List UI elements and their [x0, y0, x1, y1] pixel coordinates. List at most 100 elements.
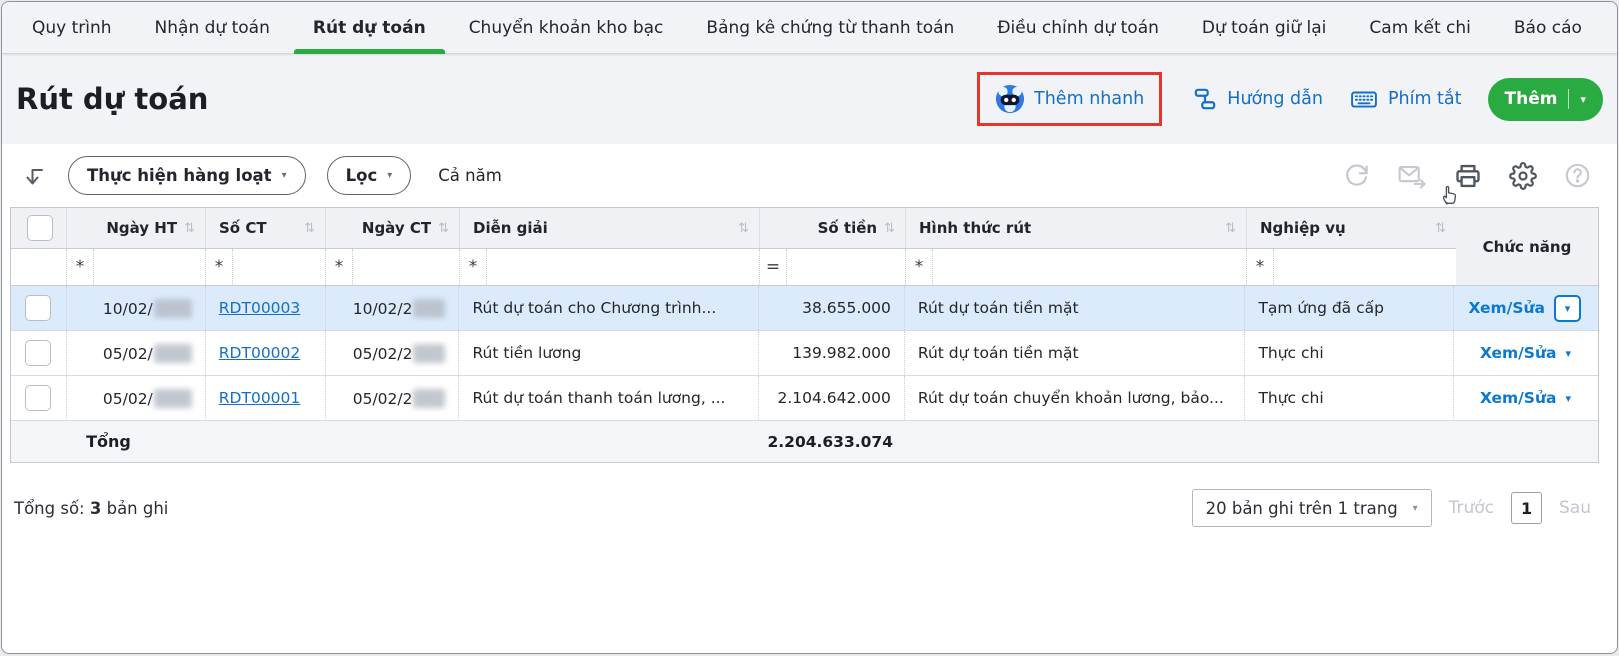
column-header-nghiep-vu[interactable]: Nghiệp vụ ⇅	[1247, 208, 1456, 248]
add-dropdown-caret-icon[interactable]: ▾	[1580, 94, 1586, 105]
column-header-so-ct[interactable]: Số CT ⇅	[206, 208, 326, 248]
masked-year	[413, 299, 445, 318]
view-edit-button[interactable]: Xem/Sửa	[1480, 389, 1557, 407]
column-header-dien-giai[interactable]: Diễn giải ⇅	[460, 208, 760, 248]
refresh-icon[interactable]	[1343, 162, 1370, 189]
record-count: 3	[90, 499, 101, 518]
records-table: Ngày HT ⇅ Số CT ⇅ Ngày CT ⇅ Diễn giải ⇅	[10, 207, 1599, 463]
tab-chuyen-khoan-kho-bac[interactable]: Chuyển khoản kho bạc	[469, 2, 664, 54]
shortcut-button[interactable]: Phím tắt	[1349, 86, 1462, 112]
tab-quy-trinh[interactable]: Quy trình	[32, 2, 112, 54]
table-row[interactable]: 05/02/ RDT00002 05/02/2 Rút tiền lương 1…	[11, 331, 1598, 376]
filter-row: * * * * = * *	[11, 249, 1456, 286]
send-mail-icon[interactable]	[1397, 162, 1427, 189]
batch-caret-icon: ▾	[282, 170, 287, 181]
masked-year	[154, 344, 192, 363]
document-link[interactable]: RDT00003	[219, 299, 300, 317]
column-header-chuc-nang: Chức năng	[1456, 208, 1598, 286]
cell-so-tien: 139.982.000	[759, 331, 905, 375]
filter-so-tien[interactable]: =	[760, 249, 906, 285]
row-action-dropdown-icon[interactable]: ▾	[1565, 392, 1571, 405]
filter-hinh-thuc-rut[interactable]: *	[906, 249, 1247, 285]
quick-add-button[interactable]: Thêm nhanh	[995, 84, 1144, 114]
row-checkbox[interactable]	[25, 340, 51, 366]
column-header-ngay-ht[interactable]: Ngày HT ⇅	[67, 208, 206, 248]
quick-add-highlight-box: Thêm nhanh	[977, 72, 1162, 126]
filter-operator[interactable]: =	[760, 249, 787, 285]
document-link[interactable]: RDT00001	[219, 389, 300, 407]
prev-page-button[interactable]: Trước	[1449, 498, 1494, 518]
table-footer: Tổng số: 3 bản ghi 20 bản ghi trên 1 tra…	[14, 489, 1591, 527]
cell-dien-giai: Rút dự toán thanh toán lương, ...	[459, 376, 759, 420]
filter-so-ct[interactable]: *	[206, 249, 326, 285]
sort-icon[interactable]: ⇅	[304, 221, 315, 236]
row-action-dropdown-icon[interactable]: ▾	[1554, 295, 1581, 322]
filter-operator[interactable]: *	[460, 249, 487, 285]
table-header: Ngày HT ⇅ Số CT ⇅ Ngày CT ⇅ Diễn giải ⇅	[11, 208, 1598, 286]
filter-operator[interactable]: *	[326, 249, 353, 285]
view-edit-button[interactable]: Xem/Sửa	[1480, 344, 1557, 362]
column-label: Số CT	[219, 219, 267, 237]
sort-icon[interactable]: ⇅	[738, 221, 749, 236]
row-checkbox[interactable]	[25, 295, 51, 321]
page-size-select[interactable]: 20 bản ghi trên 1 trang ▾	[1192, 489, 1432, 527]
tab-nhan-du-toan[interactable]: Nhận dự toán	[155, 2, 270, 54]
print-icon[interactable]	[1454, 162, 1482, 190]
column-header-hinh-thuc-rut[interactable]: Hình thức rút ⇅	[906, 208, 1247, 248]
jump-to-row-icon[interactable]	[20, 163, 46, 189]
cell-ngay-ht: 05/02/	[67, 331, 206, 375]
tab-dieu-chinh-du-toan[interactable]: Điều chỉnh dự toán	[997, 2, 1159, 54]
view-edit-button[interactable]: Xem/Sửa	[1468, 299, 1545, 317]
filter-operator[interactable]: *	[1247, 249, 1274, 285]
ava-assistant-icon	[995, 84, 1025, 114]
shortcut-label: Phím tắt	[1388, 89, 1462, 109]
next-page-button[interactable]: Sau	[1559, 498, 1591, 518]
column-label: Ngày CT	[362, 219, 431, 237]
sort-icon[interactable]: ⇅	[438, 221, 449, 236]
cell-nghiep-vu: Tạm ứng đã cấp	[1245, 286, 1454, 330]
tab-du-toan-giu-lai[interactable]: Dự toán giữ lại	[1202, 2, 1327, 54]
row-action-dropdown-icon[interactable]: ▾	[1565, 347, 1571, 360]
batch-actions-dropdown[interactable]: Thực hiện hàng loạt ▾	[68, 156, 306, 195]
tab-bao-cao[interactable]: Báo cáo	[1514, 2, 1582, 54]
sort-icon[interactable]: ⇅	[1435, 221, 1446, 236]
current-page-input[interactable]: 1	[1511, 492, 1542, 524]
guide-button[interactable]: Hướng dẫn	[1192, 86, 1323, 112]
filter-ngay-ht[interactable]: *	[67, 249, 206, 285]
add-button[interactable]: Thêm ▾	[1488, 78, 1603, 121]
cell-so-ct: RDT00002	[206, 331, 326, 375]
column-header-ngay-ct[interactable]: Ngày CT ⇅	[326, 208, 460, 248]
table-row[interactable]: 10/02/ RDT00003 10/02/2 Rút dự toán cho …	[11, 286, 1598, 331]
sort-icon[interactable]: ⇅	[1225, 221, 1236, 236]
settings-gear-icon[interactable]	[1509, 162, 1537, 190]
filter-operator[interactable]: *	[906, 249, 933, 285]
period-label: Cả năm	[438, 166, 502, 185]
cell-so-tien: 2.104.642.000	[759, 376, 905, 420]
help-icon[interactable]	[1564, 162, 1591, 189]
tab-rut-du-toan[interactable]: Rút dự toán	[313, 2, 426, 54]
filter-operator[interactable]: *	[67, 249, 94, 285]
page-size-label: 20 bản ghi trên 1 trang	[1206, 499, 1398, 518]
filter-dien-giai[interactable]: *	[460, 249, 760, 285]
filter-dropdown[interactable]: Lọc ▾	[327, 156, 412, 195]
top-nav: Quy trình Nhận dự toán Rút dự toán Chuyể…	[2, 2, 1617, 54]
sort-icon[interactable]: ⇅	[884, 221, 895, 236]
cell-dien-giai: Rút dự toán cho Chương trình...	[459, 286, 759, 330]
cell-ngay-ct: 05/02/2	[326, 331, 460, 375]
filter-operator[interactable]: *	[206, 249, 233, 285]
row-checkbox[interactable]	[25, 385, 51, 411]
sort-icon[interactable]: ⇅	[184, 221, 195, 236]
document-link[interactable]: RDT00002	[219, 344, 300, 362]
column-header-so-tien[interactable]: Số tiền ⇅	[760, 208, 906, 248]
batch-actions-label: Thực hiện hàng loạt	[87, 166, 272, 185]
masked-year	[413, 344, 445, 363]
record-count-summary: Tổng số: 3 bản ghi	[14, 499, 168, 518]
filter-nghiep-vu[interactable]: *	[1247, 249, 1456, 285]
tab-bang-ke-chung-tu[interactable]: Bảng kê chứng từ thanh toán	[706, 2, 954, 54]
table-row[interactable]: 05/02/ RDT00001 05/02/2 Rút dự toán than…	[11, 376, 1598, 421]
select-all-checkbox[interactable]	[27, 215, 53, 241]
cell-chuc-nang: Xem/Sửa ▾	[1454, 286, 1598, 330]
tab-cam-ket-chi[interactable]: Cam kết chi	[1369, 2, 1470, 54]
filter-ngay-ct[interactable]: *	[326, 249, 460, 285]
column-label: Nghiệp vụ	[1260, 219, 1346, 237]
